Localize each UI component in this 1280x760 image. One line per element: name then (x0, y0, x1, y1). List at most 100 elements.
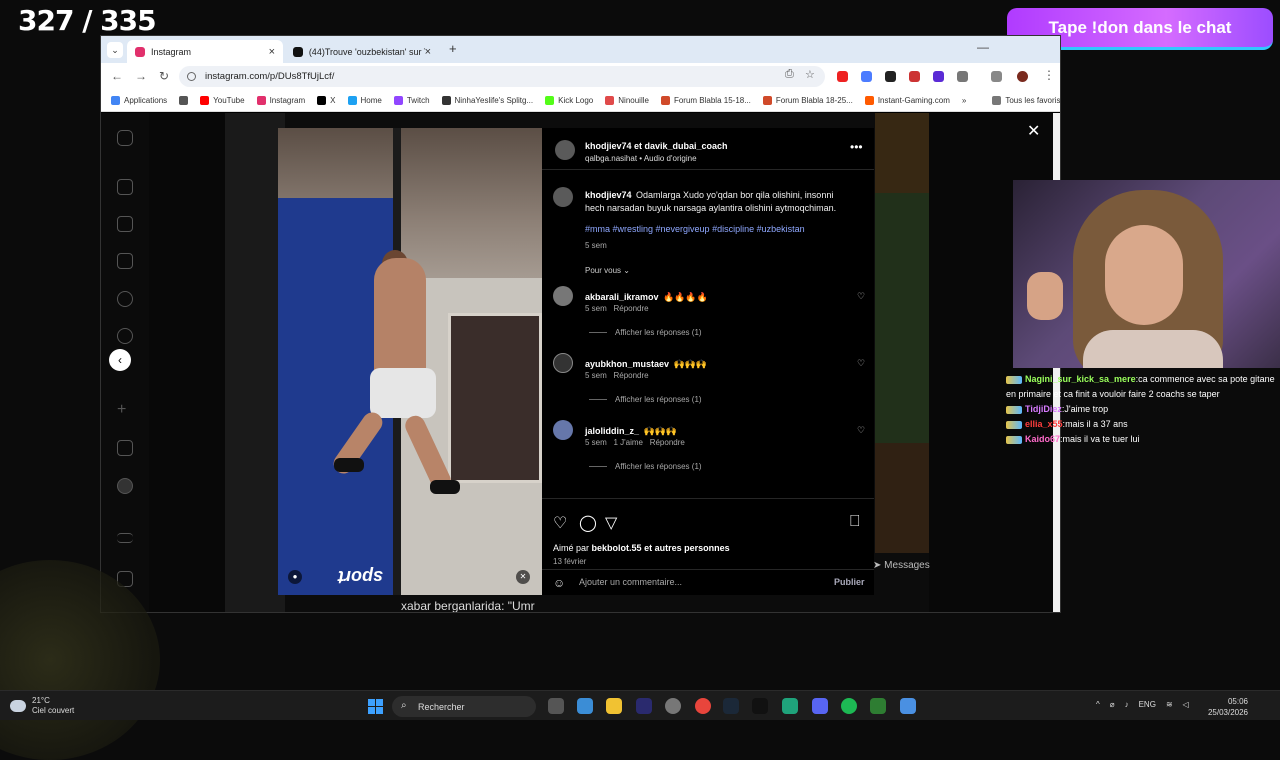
avatar[interactable] (553, 286, 573, 306)
bookmarks-overflow[interactable]: » (962, 96, 966, 105)
wifi-icon[interactable]: ≋ (1166, 700, 1173, 709)
file-explorer-icon[interactable] (606, 698, 622, 714)
opera-extension-icon[interactable] (837, 71, 848, 82)
bookmark-instant-gaming[interactable]: Instant-Gaming.com (864, 96, 950, 105)
discord-icon[interactable] (812, 698, 828, 714)
weather-widget[interactable]: 21°C Ciel couvert (10, 696, 74, 716)
all-favorites[interactable]: Tous les favoris (992, 96, 1060, 105)
bookmark-forum-18-25[interactable]: Forum Blabla 18-25... (762, 96, 853, 105)
app-icon[interactable] (900, 698, 916, 714)
view-replies-button[interactable]: Afficher les réponses (1) (589, 328, 702, 337)
close-icon[interactable]: ✕ (1027, 121, 1040, 141)
view-replies-button[interactable]: Afficher les réponses (1) (589, 462, 702, 471)
tab-tiktok[interactable]: (44)Trouve 'ouzbekistan' sur TikTok × (285, 40, 439, 63)
create-icon[interactable]: + (117, 402, 133, 419)
hashtags[interactable]: #mma #wrestling #nevergiveup #discipline… (585, 224, 805, 234)
install-icon[interactable]: ⎙ (785, 68, 794, 81)
avatar[interactable] (553, 353, 573, 373)
bookmark-applications[interactable]: Applications (111, 96, 167, 105)
bookmark-star-icon[interactable]: ☆ (805, 68, 815, 81)
home-icon[interactable] (117, 179, 133, 195)
caption-username[interactable]: khodjiev74 (585, 190, 632, 200)
comment-username[interactable]: ayubkhon_mustaev (585, 359, 669, 369)
bookmark-splitgate[interactable]: NinhaYeslife's Splitg... (441, 96, 533, 105)
profile-avatar[interactable] (1017, 71, 1028, 82)
more-options-icon[interactable]: ••• (850, 140, 863, 154)
emoji-icon[interactable]: ☺ (553, 576, 565, 590)
comment-sort-dropdown[interactable]: Pour vous ⌄ (585, 266, 630, 275)
media-icon[interactable] (991, 71, 1002, 82)
language-indicator[interactable]: ENG (1139, 700, 1156, 709)
menu-icon[interactable]: ⋮ (1043, 68, 1055, 82)
publish-button[interactable]: Publier (834, 577, 865, 587)
save-bookmark-icon[interactable]: ⎕ (850, 513, 860, 531)
bookmark-home[interactable]: Home (347, 96, 382, 105)
previous-post-button[interactable]: ‹ (109, 349, 131, 371)
bookmark-forum-15-18[interactable]: Forum Blabla 15-18... (660, 96, 751, 105)
app-icon[interactable] (782, 698, 798, 714)
forward-button[interactable]: → (135, 69, 147, 83)
audio-info[interactable]: qalbga.nasihat • Audio d'origine (585, 154, 697, 163)
mute-icon[interactable]: ✕ (516, 570, 530, 584)
puzzle-icon[interactable] (957, 71, 968, 82)
more-menu-icon[interactable] (117, 533, 133, 543)
reply-button[interactable]: Répondre (613, 304, 648, 313)
extension-icon[interactable] (933, 71, 944, 82)
reload-button[interactable]: ↻ (159, 69, 169, 83)
volume-icon[interactable]: ◁ (1183, 700, 1189, 709)
avatar[interactable] (553, 187, 573, 207)
profile-icon[interactable] (117, 478, 133, 494)
like-icon[interactable]: ♡ (553, 513, 567, 533)
taskbar-search[interactable]: ⌕ Rechercher (392, 696, 536, 717)
reply-button[interactable]: Répondre (650, 438, 685, 447)
explore-icon[interactable] (117, 328, 133, 344)
bookmark-youtube[interactable]: YouTube (200, 96, 245, 105)
extension-icon[interactable] (909, 71, 920, 82)
comment-username[interactable]: jaloliddin_z_ (585, 426, 639, 436)
task-view-icon[interactable] (548, 698, 564, 714)
mic-icon[interactable]: ♪ (1125, 700, 1129, 709)
bookmark-ninouille[interactable]: Ninouille (605, 96, 649, 105)
minimize-button[interactable]: — (977, 40, 989, 54)
like-comment-icon[interactable]: ♡ (857, 291, 869, 302)
bookmark-x[interactable]: X (317, 96, 336, 105)
post-authors[interactable]: khodjiev74 et davik_dubai_coach (585, 141, 728, 151)
chrome-icon[interactable] (695, 698, 711, 714)
search-icon[interactable] (117, 291, 133, 307)
spotify-icon[interactable] (841, 698, 857, 714)
extension-icon[interactable] (885, 71, 896, 82)
like-comment-icon[interactable]: ♡ (857, 425, 869, 436)
extension-icon[interactable] (861, 71, 872, 82)
windows-start-icon[interactable] (368, 699, 383, 714)
premiere-icon[interactable] (636, 698, 652, 714)
copilot-icon[interactable] (577, 698, 593, 714)
reply-button[interactable]: Répondre (613, 371, 648, 380)
reels-icon[interactable] (117, 216, 133, 232)
bookmark-instagram[interactable]: Instagram (256, 96, 305, 105)
avatar[interactable] (553, 420, 573, 440)
view-replies-button[interactable]: Afficher les réponses (1) (589, 395, 702, 404)
tab-search-icon[interactable]: ⌄ (107, 42, 123, 58)
share-icon[interactable]: ▽ (605, 513, 617, 533)
steam-icon[interactable] (723, 698, 739, 714)
app-icon[interactable] (870, 698, 886, 714)
messages-icon[interactable] (117, 253, 133, 269)
tagged-user-icon[interactable]: ● (288, 570, 302, 584)
tiktok-icon[interactable] (752, 698, 768, 714)
comment-icon[interactable]: ◯ (579, 513, 597, 533)
site-info-icon[interactable] (187, 72, 196, 81)
new-tab-button[interactable]: + (449, 41, 457, 56)
messages-button[interactable]: ➤ Messages (873, 560, 930, 571)
comment-username[interactable]: akbarali_ikramov (585, 292, 659, 302)
like-comment-icon[interactable]: ♡ (857, 358, 869, 369)
app-icon[interactable] (665, 698, 681, 714)
chevron-up-icon[interactable]: ^ (1096, 700, 1100, 709)
network-icon[interactable]: ⌀ (1110, 700, 1115, 709)
close-tab-icon[interactable]: × (269, 46, 275, 58)
address-bar[interactable]: instagram.com/p/DUs8TfUjLcf/ (179, 66, 825, 87)
bookmark-twitch[interactable]: Twitch (393, 96, 430, 105)
post-video[interactable]: sport ● ✕ (278, 128, 542, 595)
bookmark-grid[interactable] (179, 96, 189, 105)
dashboard-icon[interactable] (117, 440, 133, 456)
instagram-logo-icon[interactable] (117, 130, 133, 146)
